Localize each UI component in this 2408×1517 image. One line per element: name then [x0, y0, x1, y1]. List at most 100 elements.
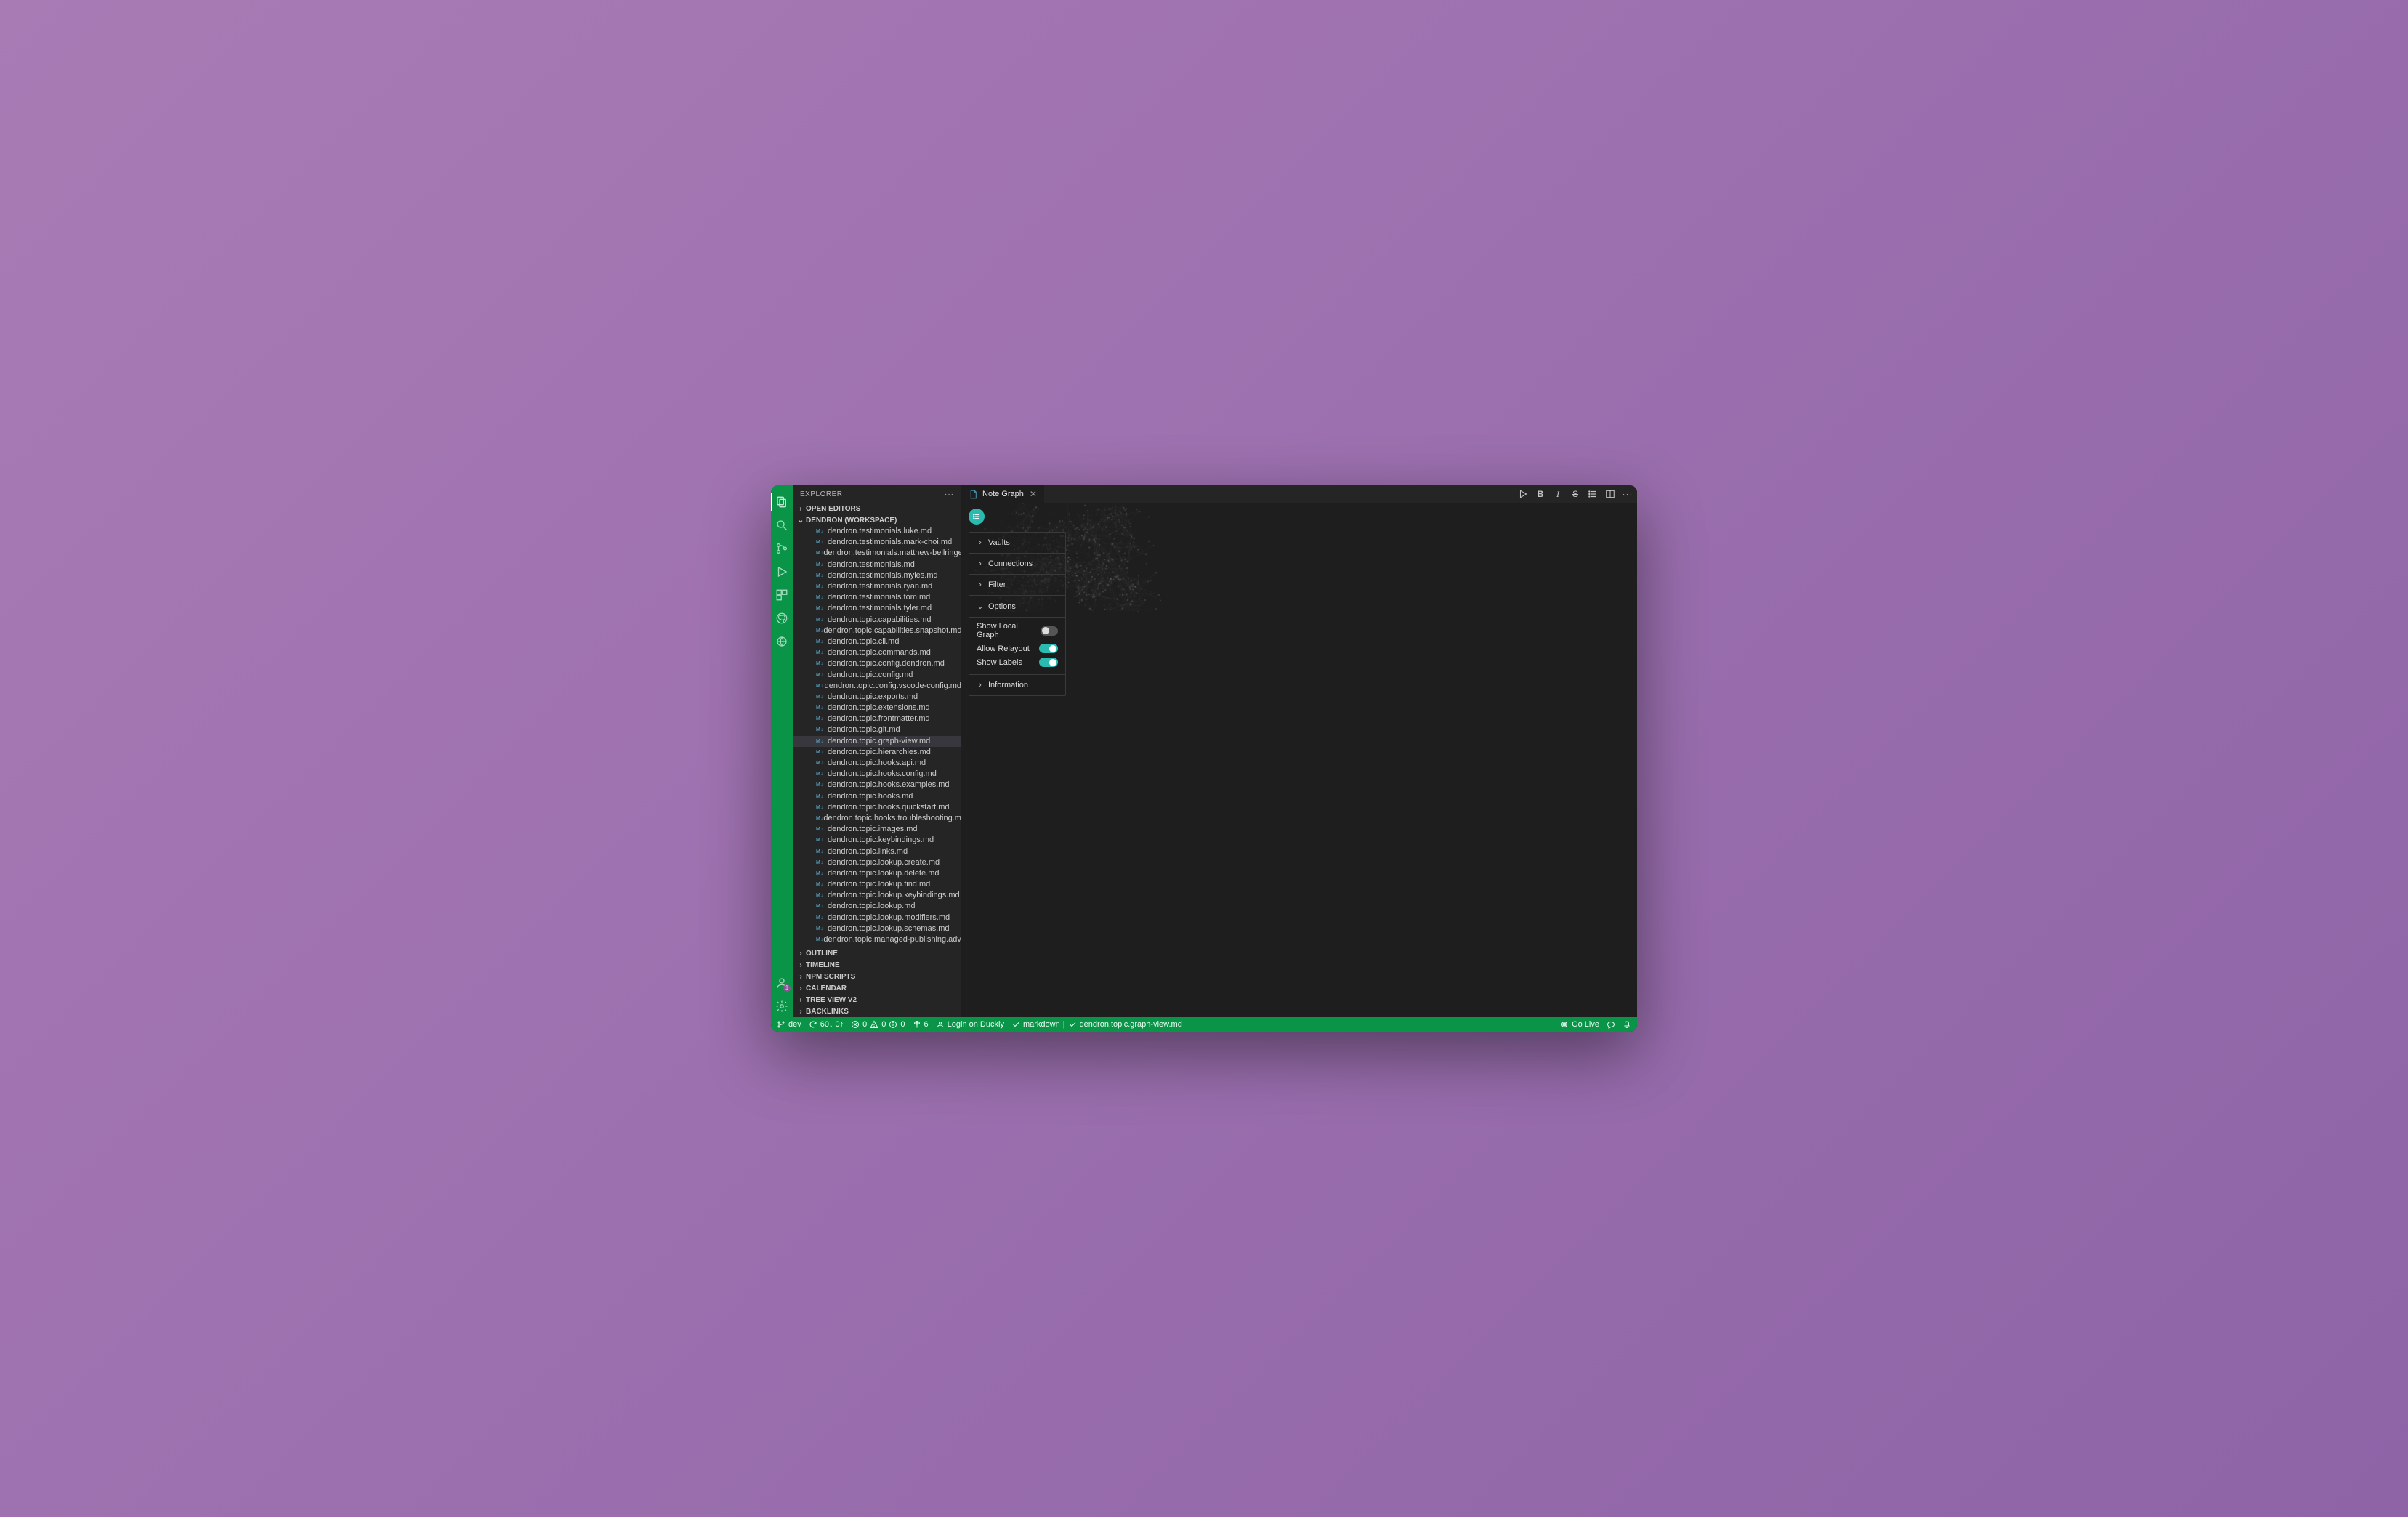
- file-tree[interactable]: M↓dendron.testimonials.luke.mdM↓dendron.…: [793, 526, 961, 947]
- status-bell-icon[interactable]: [1623, 1020, 1631, 1029]
- file-row[interactable]: M↓dendron.topic.links.md: [793, 846, 961, 857]
- file-row[interactable]: M↓dendron.topic.managed-publishing.advan…: [793, 934, 961, 945]
- file-row[interactable]: M↓dendron.topic.images.md: [793, 824, 961, 835]
- section-open-editors[interactable]: › OPEN EDITORS: [793, 503, 961, 514]
- file-row[interactable]: M↓dendron.topic.lookup.delete.md: [793, 868, 961, 879]
- status-language[interactable]: markdown | dendron.topic.graph-view.md: [1011, 1020, 1182, 1029]
- panel-toggle-button[interactable]: [969, 509, 985, 525]
- github-icon[interactable]: [771, 607, 793, 629]
- toggle-show-labels[interactable]: [1039, 658, 1058, 667]
- panel-section-vaults[interactable]: ›Vaults: [969, 533, 1065, 554]
- status-go-live[interactable]: Go Live: [1560, 1020, 1599, 1029]
- file-label: dendron.topic.graph-view.md: [828, 736, 930, 747]
- extensions-icon[interactable]: [771, 584, 793, 606]
- dendron-icon[interactable]: [771, 631, 793, 652]
- file-row[interactable]: M↓dendron.topic.config.md: [793, 669, 961, 680]
- split-editor-icon[interactable]: [1605, 489, 1615, 499]
- section-backlinks[interactable]: ›BACKLINKS: [793, 1006, 961, 1017]
- more-actions-icon[interactable]: ···: [1623, 489, 1633, 499]
- list-icon[interactable]: [1588, 489, 1598, 499]
- run-icon[interactable]: [1518, 489, 1528, 499]
- status-problems[interactable]: 0 0 0: [851, 1020, 905, 1029]
- bold-icon[interactable]: B: [1535, 489, 1546, 499]
- file-row[interactable]: M↓dendron.testimonials.myles.md: [793, 570, 961, 581]
- section-tree-view[interactable]: ›TREE VIEW V2: [793, 994, 961, 1006]
- panel-section-connections[interactable]: ›Connections: [969, 554, 1065, 575]
- status-sync[interactable]: 60↓ 0↑: [809, 1020, 844, 1029]
- section-workspace[interactable]: ⌄ DENDRON (WORKSPACE): [793, 514, 961, 526]
- file-row[interactable]: M↓dendron.topic.lookup.md: [793, 901, 961, 912]
- status-branch[interactable]: dev: [777, 1020, 801, 1029]
- file-label: dendron.topic.lookup.md: [828, 901, 915, 912]
- file-row[interactable]: M↓dendron.topic.config.vscode-config.md: [793, 681, 961, 692]
- toggle-allow-relayout[interactable]: [1039, 644, 1058, 653]
- file-row[interactable]: M↓dendron.topic.exports.md: [793, 692, 961, 703]
- file-row[interactable]: M↓dendron.topic.hooks.examples.md: [793, 780, 961, 790]
- source-control-icon[interactable]: [771, 538, 793, 559]
- section-calendar[interactable]: ›CALENDAR: [793, 982, 961, 994]
- file-row[interactable]: M↓dendron.topic.lookup.keybindings.md: [793, 890, 961, 901]
- file-row[interactable]: M↓dendron.testimonials.ryan.md: [793, 581, 961, 592]
- file-row[interactable]: M↓dendron.topic.extensions.md: [793, 703, 961, 713]
- markdown-icon: M↓: [816, 791, 828, 802]
- italic-icon[interactable]: I: [1553, 489, 1563, 499]
- chevron-right-icon: ›: [977, 580, 984, 589]
- file-row[interactable]: M↓dendron.topic.lookup.modifiers.md: [793, 913, 961, 923]
- chevron-right-icon: ›: [977, 681, 984, 689]
- section-outline[interactable]: ›OUTLINE: [793, 947, 961, 959]
- markdown-icon: M↓: [816, 647, 828, 658]
- warning-icon: [870, 1020, 878, 1029]
- file-row[interactable]: M↓dendron.topic.hooks.troubleshooting.md: [793, 813, 961, 824]
- status-feedback-icon[interactable]: [1607, 1020, 1615, 1029]
- file-row[interactable]: M↓dendron.topic.lookup.schemas.md: [793, 923, 961, 934]
- sidebar-more-icon[interactable]: ···: [945, 490, 954, 498]
- chevron-right-icon: ›: [796, 961, 806, 969]
- section-timeline[interactable]: ›TIMELINE: [793, 959, 961, 971]
- settings-gear-icon[interactable]: [771, 995, 793, 1017]
- strikethrough-icon[interactable]: S: [1570, 489, 1580, 499]
- panel-section-information[interactable]: ›Information: [969, 675, 1065, 695]
- file-row[interactable]: M↓dendron.topic.lookup.create.md: [793, 857, 961, 868]
- file-row[interactable]: M↓dendron.topic.git.md: [793, 724, 961, 735]
- option-allow-relayout: Allow Relayout: [977, 644, 1058, 653]
- toggle-show-local-graph[interactable]: [1041, 626, 1058, 636]
- option-show-labels: Show Labels: [977, 658, 1058, 667]
- file-row[interactable]: M↓dendron.topic.hooks.api.md: [793, 758, 961, 769]
- sync-icon: [809, 1020, 817, 1029]
- file-row[interactable]: M↓dendron.testimonials.mark-choi.md: [793, 537, 961, 548]
- file-row[interactable]: M↓dendron.testimonials.tyler.md: [793, 603, 961, 614]
- file-row[interactable]: M↓dendron.topic.config.dendron.md: [793, 658, 961, 669]
- file-row[interactable]: M↓dendron.testimonials.luke.md: [793, 526, 961, 537]
- file-row[interactable]: M↓dendron.topic.capabilities.snapshot.md: [793, 626, 961, 636]
- file-row[interactable]: M↓dendron.topic.commands.md: [793, 647, 961, 658]
- tab-note-graph[interactable]: Note Graph ✕: [961, 485, 1045, 503]
- file-row[interactable]: M↓dendron.topic.graph-view.md: [793, 736, 961, 747]
- file-row[interactable]: M↓dendron.topic.hooks.quickstart.md: [793, 802, 961, 813]
- file-row[interactable]: M↓dendron.topic.lookup.find.md: [793, 879, 961, 890]
- file-label: dendron.topic.commands.md: [828, 647, 931, 658]
- file-row[interactable]: M↓dendron.topic.capabilities.md: [793, 615, 961, 626]
- status-ports[interactable]: 6: [913, 1020, 929, 1029]
- file-label: dendron.topic.lookup.keybindings.md: [828, 890, 960, 901]
- file-row[interactable]: M↓dendron.topic.hooks.config.md: [793, 769, 961, 780]
- file-label: dendron.testimonials.luke.md: [828, 526, 932, 537]
- panel-section-filter[interactable]: ›Filter: [969, 575, 1065, 596]
- file-row[interactable]: M↓dendron.topic.keybindings.md: [793, 835, 961, 846]
- run-debug-icon[interactable]: [771, 561, 793, 583]
- search-icon[interactable]: [771, 514, 793, 536]
- panel-section-options[interactable]: ⌄Options: [969, 596, 1065, 618]
- file-row[interactable]: M↓dendron.testimonials.tom.md: [793, 592, 961, 603]
- file-row[interactable]: M↓dendron.testimonials.matthew-bellringe…: [793, 548, 961, 559]
- tab-actions: B I S ···: [1518, 489, 1633, 499]
- close-icon[interactable]: ✕: [1030, 489, 1037, 499]
- file-label: dendron.topic.hooks.config.md: [828, 769, 937, 780]
- file-row[interactable]: M↓dendron.topic.hooks.md: [793, 791, 961, 802]
- status-duckly[interactable]: Login on Duckly: [936, 1020, 1004, 1029]
- file-row[interactable]: M↓dendron.topic.cli.md: [793, 636, 961, 647]
- explorer-icon[interactable]: [771, 491, 793, 513]
- file-row[interactable]: M↓dendron.topic.hierarchies.md: [793, 747, 961, 758]
- file-row[interactable]: M↓dendron.testimonials.md: [793, 559, 961, 570]
- section-npm-scripts[interactable]: ›NPM SCRIPTS: [793, 971, 961, 982]
- file-row[interactable]: M↓dendron.topic.frontmatter.md: [793, 713, 961, 724]
- account-icon[interactable]: 1: [771, 972, 793, 994]
